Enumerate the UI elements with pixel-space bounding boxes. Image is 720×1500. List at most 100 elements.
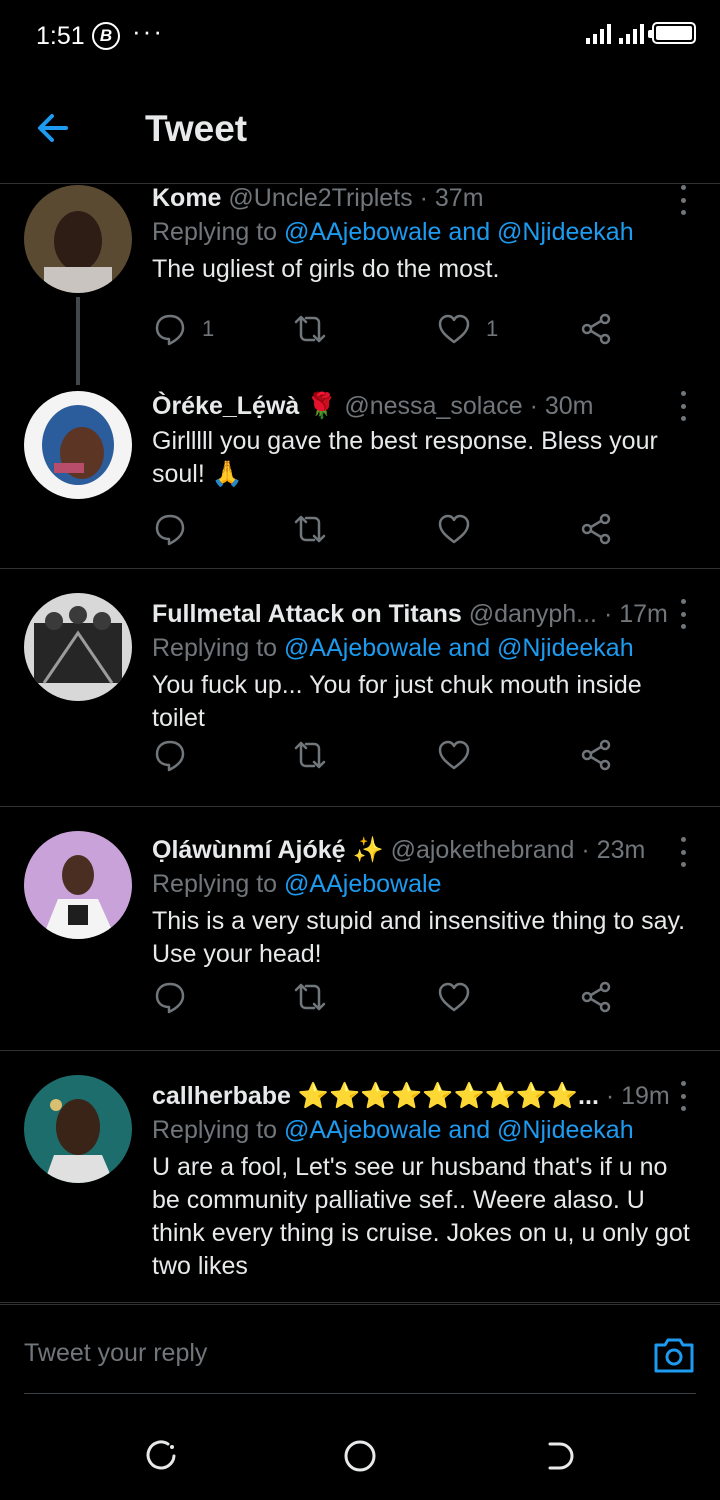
replying-to: Replying to @AAjebowale and @Njideekah	[152, 1116, 634, 1144]
share-button[interactable]	[578, 977, 614, 1017]
share-icon	[581, 981, 611, 1013]
retweet-icon	[294, 741, 326, 769]
recent-apps-icon	[146, 1440, 176, 1470]
heart-icon	[438, 514, 470, 544]
back-nav-icon	[548, 1442, 574, 1470]
header: Tweet	[0, 72, 720, 184]
home-circle-icon	[344, 1440, 376, 1472]
reply-composer: Tweet your reply	[0, 1304, 720, 1404]
signal-icon	[586, 22, 611, 44]
reply-input[interactable]: Tweet your reply	[24, 1339, 207, 1368]
tweet[interactable]: Fullmetal Attack on Titans @danyph... · …	[0, 569, 720, 807]
retweet-button[interactable]	[292, 309, 342, 349]
timestamp: · 37m	[419, 184, 484, 212]
more-options-icon[interactable]	[678, 1081, 688, 1111]
retweet-button[interactable]	[292, 735, 342, 775]
handle[interactable]: @ajokethebrand	[391, 836, 575, 864]
like-button[interactable]	[436, 735, 486, 775]
mention-link[interactable]: @AAjebowale	[284, 870, 441, 898]
reply-icon	[155, 982, 185, 1014]
reply-icon	[155, 314, 185, 346]
like-button[interactable]	[436, 977, 486, 1017]
more-notifications-icon: ···	[132, 16, 164, 46]
display-name[interactable]: Fullmetal Attack on Titans	[152, 600, 462, 628]
tweet-text: This is a very stupid and insensitive th…	[152, 907, 686, 968]
status-bar: 1:51 B ···	[0, 0, 720, 72]
handle[interactable]: @danyph...	[469, 600, 597, 628]
reply-button[interactable]	[152, 509, 202, 549]
retweet-button[interactable]	[292, 509, 342, 549]
like-button[interactable]	[436, 509, 486, 549]
more-options-icon[interactable]	[678, 185, 688, 215]
handle[interactable]: @nessa_solace	[344, 392, 522, 420]
retweet-icon	[294, 515, 326, 543]
reply-icon	[155, 514, 185, 546]
display-name[interactable]: Ọláwùnmí Ajókẹ́ ✨	[152, 836, 384, 864]
timestamp: · 19m	[605, 1082, 670, 1110]
reply-button[interactable]: 1	[152, 309, 214, 349]
share-icon	[581, 739, 611, 771]
replying-to: Replying to @AAjebowale and @Njideekah	[152, 218, 634, 246]
system-nav-bar	[0, 1410, 720, 1500]
tweet[interactable]: Òréke_Lẹ́wà 🌹 @nessa_solace · 30m Girlll…	[0, 385, 720, 569]
like-button[interactable]: 1	[436, 309, 498, 349]
share-icon	[581, 513, 611, 545]
camera-icon	[654, 1338, 694, 1373]
timestamp: · 30m	[529, 392, 594, 420]
reply-button[interactable]	[152, 735, 202, 775]
replying-to: Replying to @AAjebowale	[152, 870, 442, 898]
home-button[interactable]	[340, 1436, 380, 1476]
retweet-icon	[294, 983, 326, 1011]
share-button[interactable]	[578, 509, 614, 549]
reply-icon	[155, 740, 185, 772]
tweet[interactable]: Kome @Uncle2Triplets · 37m Replying to @…	[0, 184, 720, 385]
share-icon	[581, 313, 611, 345]
arrow-left-icon	[38, 114, 68, 142]
display-name[interactable]: Kome	[152, 184, 221, 212]
heart-icon	[438, 982, 470, 1012]
timestamp: · 23m	[581, 836, 646, 864]
replying-to: Replying to @AAjebowale and @Njideekah	[152, 634, 634, 662]
tweet-text: U are a fool, Let's see ur husband that'…	[152, 1153, 690, 1280]
tweet[interactable]: Ọláwùnmí Ajókẹ́ ✨ @ajokethebrand · 23m R…	[0, 807, 720, 1051]
display-name[interactable]: Òréke_Lẹ́wà 🌹	[152, 392, 337, 420]
battery-icon	[648, 22, 696, 44]
tweet[interactable]: callherbabe ⭐⭐⭐⭐⭐⭐⭐⭐⭐... · 19m Replying …	[0, 1051, 720, 1303]
like-count: 1	[486, 316, 499, 341]
more-options-icon[interactable]	[678, 599, 688, 629]
more-options-icon[interactable]	[678, 391, 688, 421]
share-button[interactable]	[578, 735, 614, 775]
retweet-icon	[294, 315, 326, 343]
avatar[interactable]	[24, 831, 132, 939]
avatar[interactable]	[24, 1075, 132, 1183]
mention-link[interactable]: @AAjebowale and @Njideekah	[284, 218, 634, 246]
handle[interactable]: @Uncle2Triplets	[228, 184, 412, 212]
avatar[interactable]	[24, 391, 132, 499]
tweet-text: The ugliest of girls do the most.	[152, 255, 500, 283]
more-options-icon[interactable]	[678, 837, 688, 867]
reply-input-underline	[24, 1393, 696, 1394]
back-nav-button[interactable]	[540, 1436, 580, 1476]
status-indicators	[586, 22, 696, 44]
tweet-text: Girlllll you gave the best response. Ble…	[152, 427, 658, 488]
b-notification-icon: B	[92, 22, 120, 50]
display-name[interactable]: callherbabe ⭐⭐⭐⭐⭐⭐⭐⭐⭐...	[152, 1082, 599, 1110]
signal-2-icon	[619, 22, 644, 44]
tweet-text: You fuck up... You for just chuk mouth i…	[152, 671, 642, 732]
heart-icon	[438, 314, 470, 344]
mention-link[interactable]: @AAjebowale and @Njideekah	[284, 1116, 634, 1144]
retweet-button[interactable]	[292, 977, 342, 1017]
reply-count: 1	[202, 316, 215, 341]
thread-line	[76, 297, 80, 385]
timestamp: · 17m	[603, 600, 668, 628]
status-time: 1:51	[36, 22, 85, 50]
back-button[interactable]	[30, 106, 82, 150]
avatar[interactable]	[24, 593, 132, 701]
reply-button[interactable]	[152, 977, 202, 1017]
share-button[interactable]	[578, 309, 614, 349]
camera-button[interactable]	[652, 1333, 696, 1377]
recent-apps-button[interactable]	[142, 1436, 182, 1476]
avatar[interactable]	[24, 185, 132, 293]
page-title: Tweet	[145, 108, 248, 149]
mention-link[interactable]: @AAjebowale and @Njideekah	[284, 634, 634, 662]
